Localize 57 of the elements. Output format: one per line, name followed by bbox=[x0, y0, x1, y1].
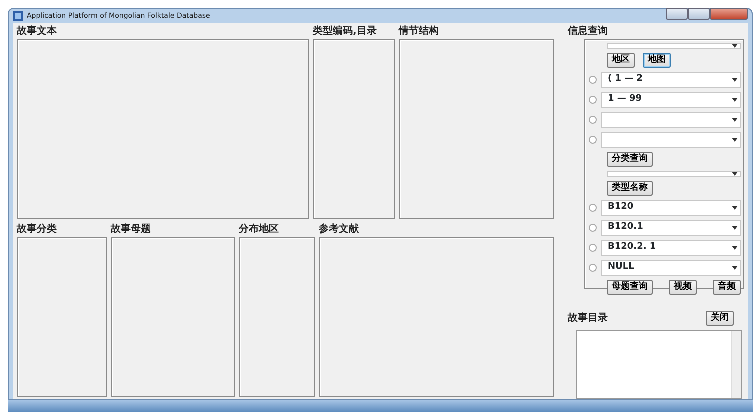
dropdown-arrow-icon bbox=[732, 118, 738, 122]
text-area[interactable] bbox=[111, 237, 235, 397]
radio-button[interactable] bbox=[589, 204, 597, 212]
radio-button[interactable] bbox=[589, 96, 597, 104]
region-button[interactable]: 地区 bbox=[607, 53, 635, 68]
minimize-button[interactable] bbox=[666, 8, 688, 20]
dropdown[interactable] bbox=[607, 171, 741, 177]
query-button[interactable]: 视频 bbox=[669, 280, 697, 295]
panel-heading: 故事目录 bbox=[568, 312, 608, 324]
panel-heading: 信息查询 bbox=[568, 26, 608, 37]
panel-label: 情节结构 bbox=[399, 26, 439, 37]
text-area[interactable] bbox=[313, 39, 395, 219]
dropdown-arrow-icon bbox=[732, 246, 738, 250]
scrollbar[interactable] bbox=[731, 331, 741, 398]
query-button[interactable]: 音频 bbox=[713, 280, 741, 295]
dropdown-arrow-icon bbox=[732, 138, 738, 142]
panel-label: 类型编码,目录 bbox=[313, 26, 377, 37]
radio-button[interactable] bbox=[589, 116, 597, 124]
text-area[interactable] bbox=[399, 39, 554, 219]
panel-label: 参考文献 bbox=[319, 224, 359, 235]
region-button[interactable]: 地图 bbox=[643, 53, 671, 68]
radio-button[interactable] bbox=[589, 136, 597, 144]
dropdown[interactable]: B120.1 bbox=[601, 220, 741, 236]
dropdown[interactable]: 1 — 99 bbox=[601, 92, 741, 108]
dropdown[interactable]: B120.2. 1 bbox=[601, 240, 741, 256]
dropdown-arrow-icon bbox=[732, 78, 738, 82]
panel-label: 故事母题 bbox=[111, 224, 151, 235]
close-catalog-button[interactable]: 关闭 bbox=[706, 311, 734, 326]
dropdown[interactable]: B120 bbox=[601, 200, 741, 216]
text-area[interactable] bbox=[319, 237, 554, 397]
dropdown[interactable]: NULL bbox=[601, 260, 741, 276]
radio-button[interactable] bbox=[589, 224, 597, 232]
panel-label: 故事分类 bbox=[17, 224, 57, 235]
dropdown[interactable]: ( 1 — 2 bbox=[601, 72, 741, 88]
maximize-button[interactable] bbox=[688, 8, 710, 20]
dropdown-arrow-icon bbox=[732, 98, 738, 102]
close-button[interactable] bbox=[710, 8, 748, 20]
dropdown[interactable] bbox=[601, 112, 741, 128]
app-icon bbox=[13, 11, 23, 21]
classify-query-button[interactable]: 分类查询 bbox=[607, 152, 653, 167]
query-button[interactable]: 母题查询 bbox=[607, 280, 653, 295]
radio-button[interactable] bbox=[589, 76, 597, 84]
dropdown-arrow-icon bbox=[732, 266, 738, 270]
dropdown[interactable] bbox=[601, 132, 741, 148]
dropdown-arrow-icon bbox=[732, 172, 738, 176]
radio-button[interactable] bbox=[589, 264, 597, 272]
radio-button[interactable] bbox=[589, 244, 597, 252]
dropdown[interactable] bbox=[607, 43, 741, 49]
text-area[interactable] bbox=[239, 237, 315, 397]
panel-label: 故事文本 bbox=[17, 26, 57, 37]
dropdown-arrow-icon bbox=[732, 226, 738, 230]
dropdown-arrow-icon bbox=[732, 44, 738, 48]
type-name-button[interactable]: 类型名称 bbox=[607, 181, 653, 196]
panel-label: 分布地区 bbox=[239, 224, 279, 235]
text-area[interactable] bbox=[17, 237, 107, 397]
dropdown-arrow-icon bbox=[732, 206, 738, 210]
story-list[interactable] bbox=[576, 330, 742, 399]
